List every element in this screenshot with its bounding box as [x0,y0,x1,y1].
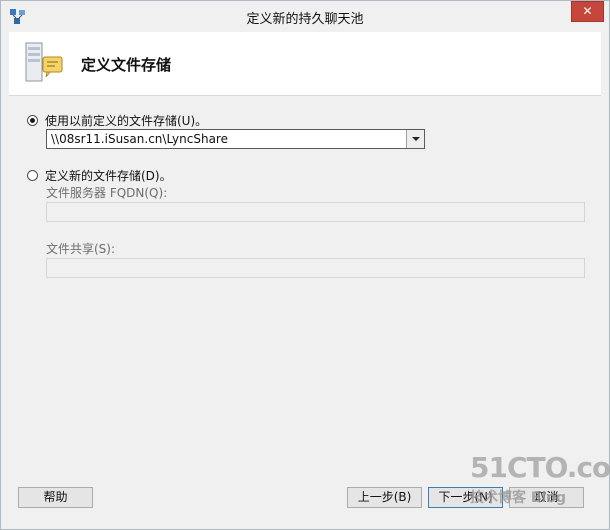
page-title: 定义文件存储 [81,56,172,74]
cancel-button[interactable]: 取消 [509,487,584,508]
window-title: 定义新的持久聊天池 [246,12,364,27]
define-new-label: 定义新的文件存储(D)。 [45,169,172,183]
share-field[interactable] [46,258,585,278]
dialog-window: 定义新的持久聊天池 ✕ 定义文件存储 使用以前定义的文件存储(U)。 \\08s… [0,0,610,530]
chevron-down-icon[interactable] [406,130,424,148]
file-store-icon [25,42,63,82]
existing-file-store-value: \\08sr11.iSusan.cn\LyncShare [51,132,228,146]
title-bar: 定义新的持久聊天池 ✕ [1,1,609,32]
existing-file-store-select[interactable]: \\08sr11.iSusan.cn\LyncShare [46,129,425,149]
wizard-content: 使用以前定义的文件存储(U)。 \\08sr11.iSusan.cn\LyncS… [9,96,601,476]
fqdn-label: 文件服务器 FQDN(Q): [46,186,168,200]
use-existing-label: 使用以前定义的文件存储(U)。 [45,114,208,128]
define-new-radio[interactable] [27,170,38,181]
help-button[interactable]: 帮助 [18,487,93,508]
fqdn-field[interactable] [46,202,585,222]
share-label: 文件共享(S): [46,242,116,256]
back-button[interactable]: 上一步(B) [347,487,422,508]
use-existing-radio[interactable] [27,115,38,126]
define-new-option[interactable]: 定义新的文件存储(D)。 [27,167,172,184]
close-button[interactable]: ✕ [571,1,604,22]
use-existing-option[interactable]: 使用以前定义的文件存储(U)。 [27,112,207,129]
next-button[interactable]: 下一步(N) [428,487,503,508]
wizard-header: 定义文件存储 [9,32,601,96]
